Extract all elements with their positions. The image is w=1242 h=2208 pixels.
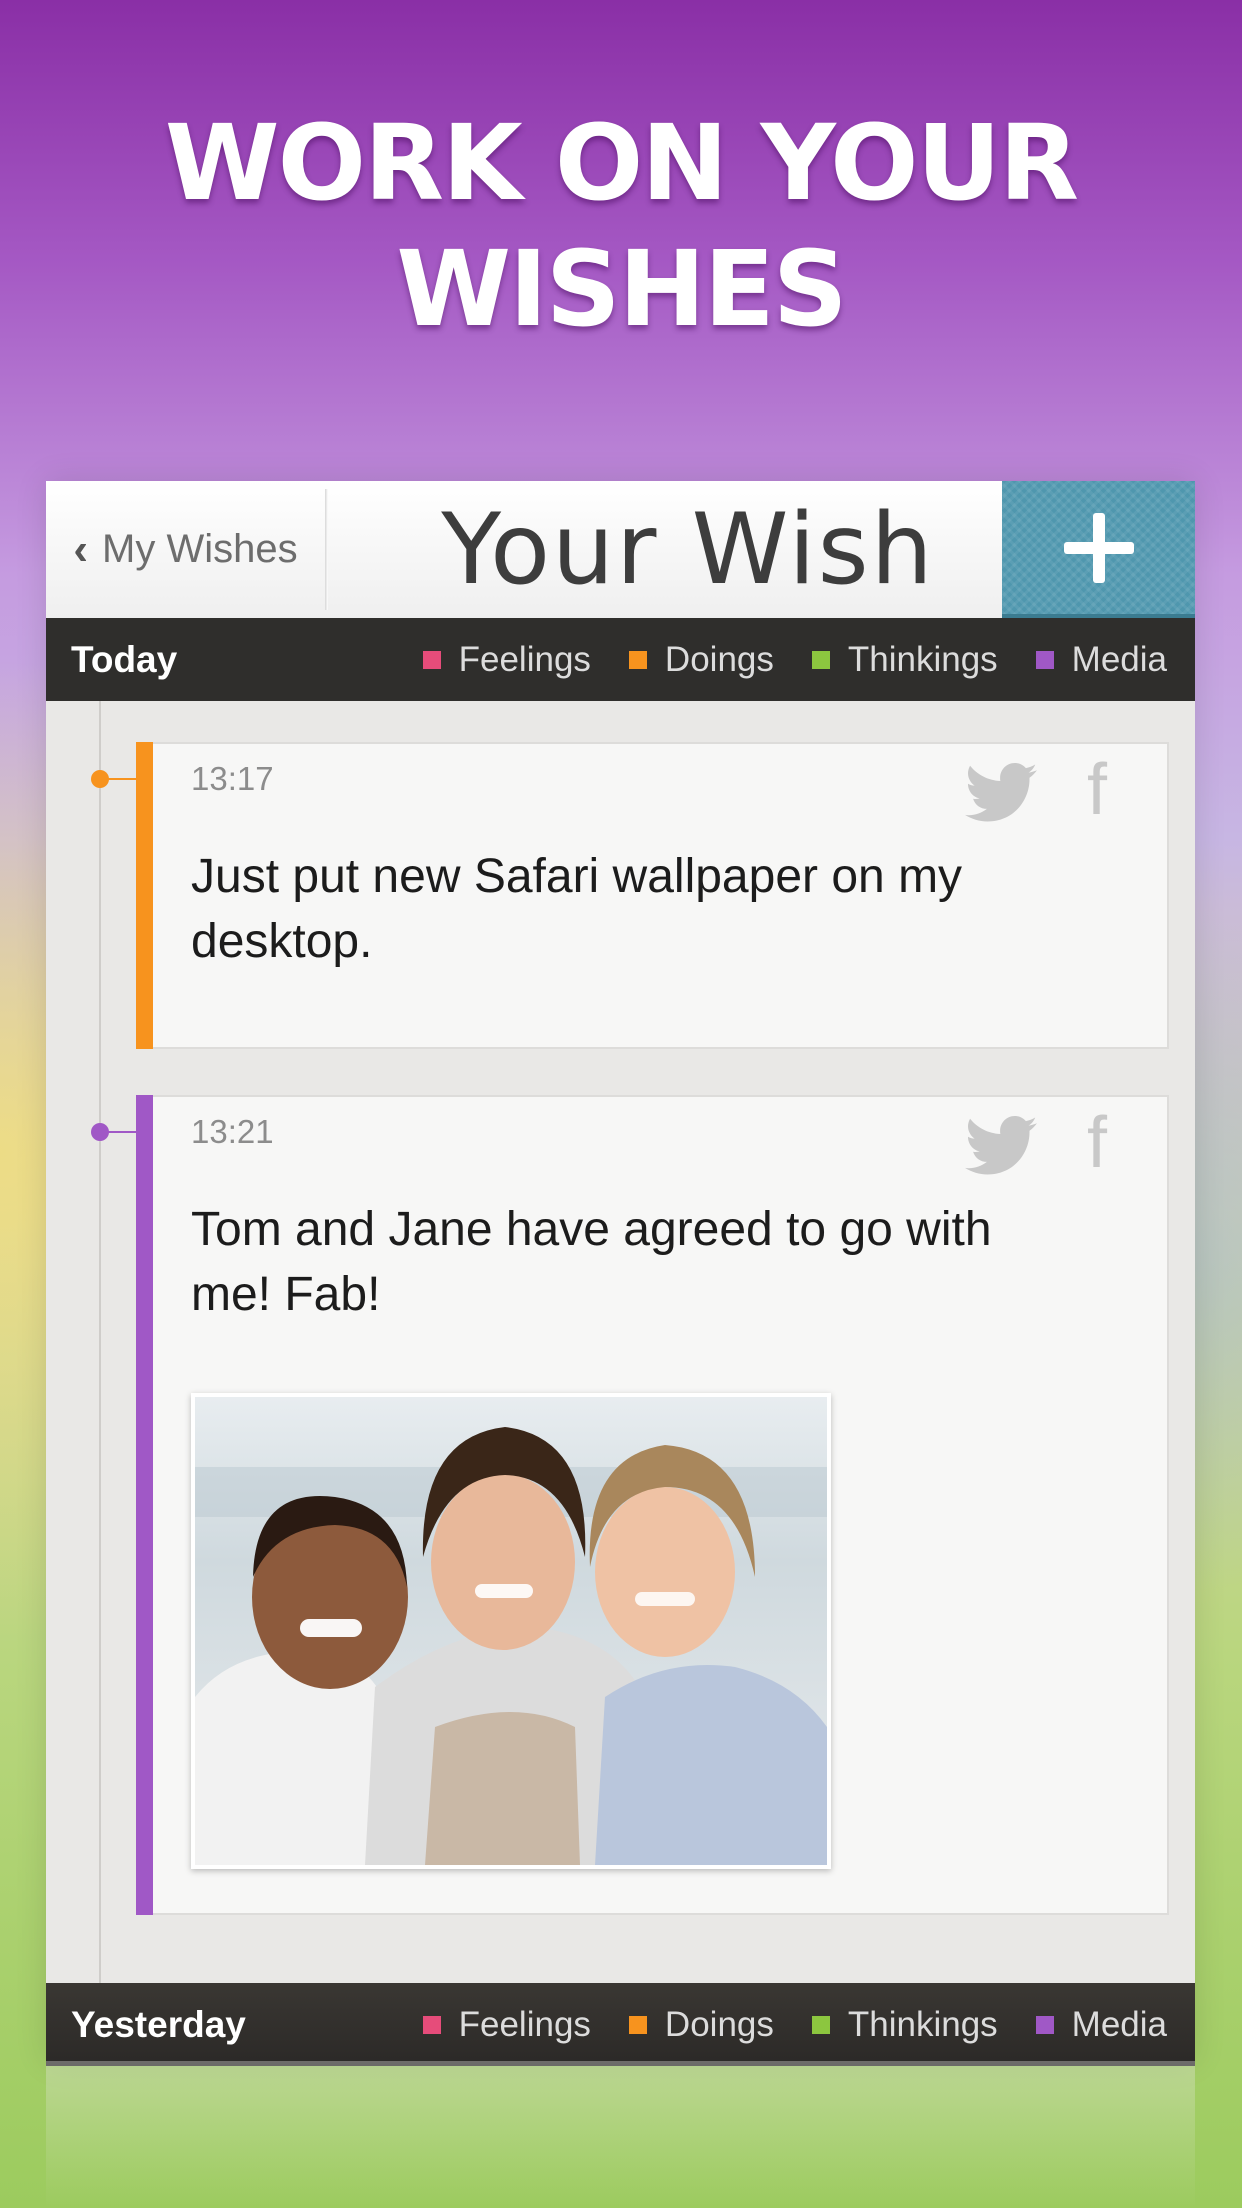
legend-label: Doings: [664, 639, 774, 679]
entry-card[interactable]: 13:17 f Just put new Safari wallpaper on…: [136, 742, 1169, 1049]
legend-item-doings[interactable]: Doings: [628, 2004, 774, 2045]
navigation-bar: ‹ My Wishes Your Wish: [46, 481, 1195, 618]
back-button-label: My Wishes: [102, 527, 298, 571]
attached-photo[interactable]: [191, 1393, 831, 1869]
entry-text: Just put new Safari wallpaper on my desk…: [191, 850, 963, 968]
category-bar: [136, 742, 153, 1049]
legend-item-doings[interactable]: Doings: [628, 639, 774, 680]
doings-swatch-icon: [628, 2015, 647, 2034]
legend-item-thinkings[interactable]: Thinkings: [811, 2004, 998, 2045]
headline-line-2: WISHES: [396, 228, 847, 350]
group-photo-image: [195, 1427, 827, 1865]
add-entry-button[interactable]: [1002, 481, 1195, 618]
bottom-fade: [46, 2061, 1195, 2208]
feelings-swatch-icon: [422, 650, 441, 669]
app-screen: ‹ My Wishes Your Wish Today Feelings Doi…: [46, 481, 1195, 2066]
section-header-today: Today Feelings Doings Thinkings Media: [46, 618, 1195, 701]
legend-label: Doings: [664, 2004, 774, 2044]
legend-item-feelings[interactable]: Feelings: [422, 2004, 591, 2045]
feelings-swatch-icon: [422, 2015, 441, 2034]
category-legend: Feelings Doings Thinkings Media: [422, 2004, 1167, 2045]
entry-time: 13:21: [191, 1113, 274, 1150]
section-header-yesterday: Yesterday Feelings Doings Thinkings Medi…: [46, 1983, 1195, 2066]
chevron-left-icon: ‹: [73, 524, 89, 574]
twitter-icon[interactable]: [965, 1115, 1037, 1177]
doings-swatch-icon: [628, 650, 647, 669]
legend-item-media[interactable]: Media: [1035, 639, 1167, 680]
headline: WORK ON YOUR WISHES: [0, 100, 1242, 352]
category-legend: Feelings Doings Thinkings Media: [422, 639, 1167, 680]
entry-time: 13:17: [191, 760, 274, 797]
timeline-connector: [101, 1131, 138, 1133]
headline-line-1: WORK ON YOUR: [164, 102, 1079, 224]
entry-text: Tom and Jane have agreed to go with me! …: [191, 1203, 992, 1321]
media-swatch-icon: [1035, 2015, 1054, 2034]
legend-label: Feelings: [458, 639, 591, 679]
twitter-icon[interactable]: [965, 762, 1037, 824]
section-title-today: Today: [71, 638, 178, 680]
legend-label: Media: [1071, 639, 1167, 679]
back-button[interactable]: ‹ My Wishes: [46, 481, 325, 618]
category-bar: [136, 1095, 153, 1915]
legend-label: Thinkings: [847, 2004, 998, 2044]
entry-card[interactable]: 13:21 f Tom and Jane have agreed to go w…: [136, 1095, 1169, 1915]
legend-item-media[interactable]: Media: [1035, 2004, 1167, 2045]
legend-label: Media: [1071, 2004, 1167, 2044]
thinkings-swatch-icon: [811, 650, 830, 669]
legend-label: Feelings: [458, 2004, 591, 2044]
timeline-connector: [101, 778, 138, 780]
legend-label: Thinkings: [847, 639, 998, 679]
legend-item-thinkings[interactable]: Thinkings: [811, 639, 998, 680]
legend-item-feelings[interactable]: Feelings: [422, 639, 591, 680]
section-title-yesterday: Yesterday: [71, 2003, 246, 2045]
facebook-icon[interactable]: f: [1087, 1107, 1127, 1179]
timeline-line: [99, 701, 101, 1983]
media-swatch-icon: [1035, 650, 1054, 669]
plus-icon: [1063, 512, 1134, 583]
thinkings-swatch-icon: [811, 2015, 830, 2034]
page-title: Your Wish: [441, 492, 935, 607]
facebook-icon[interactable]: f: [1087, 754, 1127, 826]
